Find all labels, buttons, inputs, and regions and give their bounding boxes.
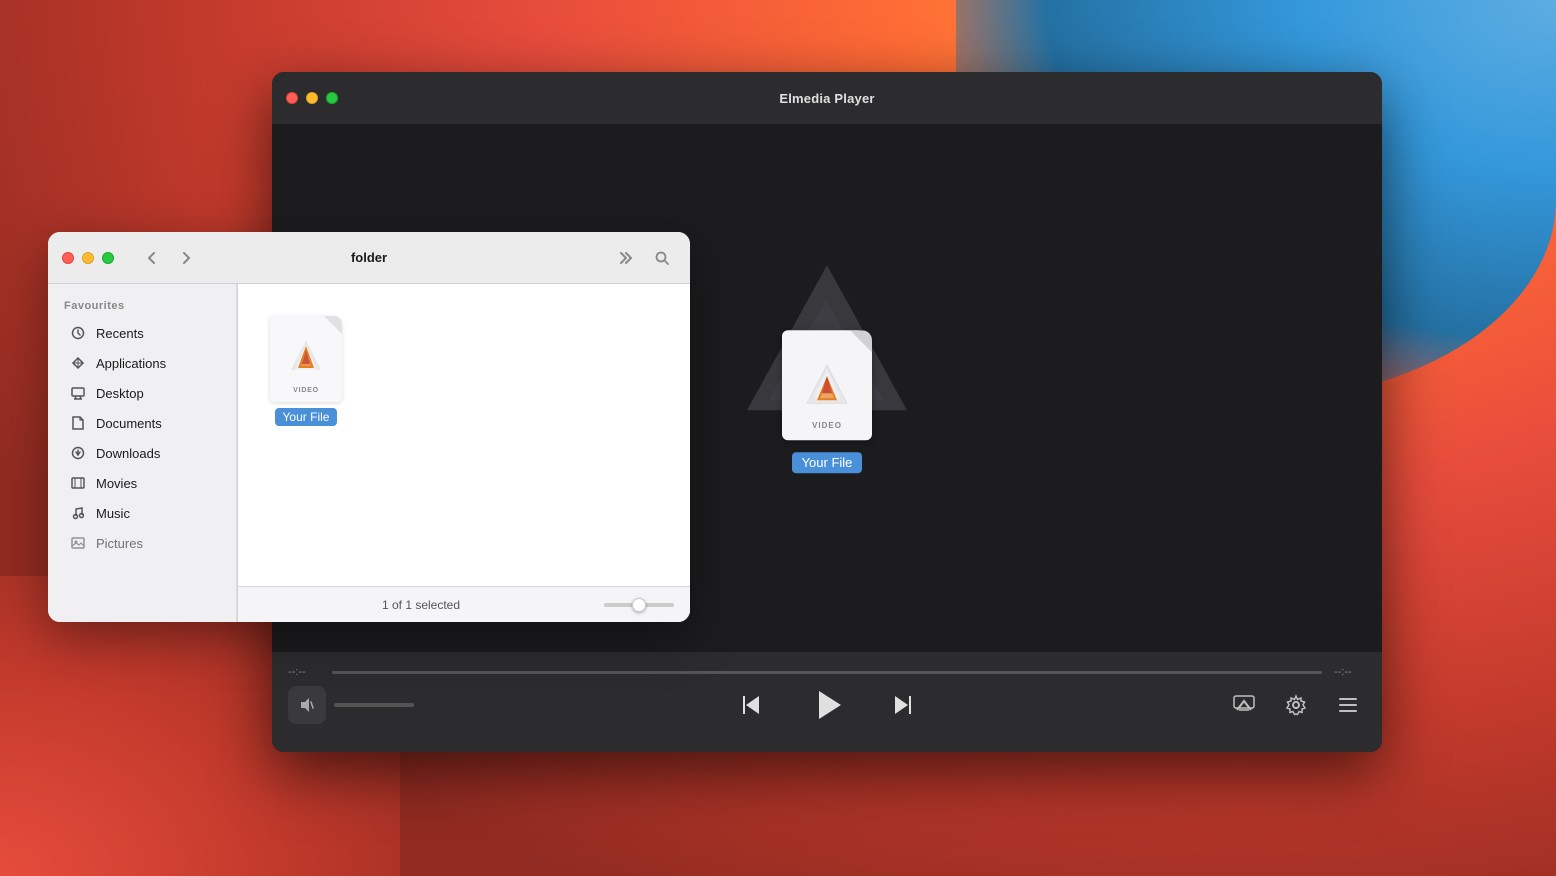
sidebar-label-documents: Documents: [96, 416, 162, 431]
playback-controls: [729, 679, 925, 731]
next-icon: [889, 691, 917, 719]
finder-titlebar: folder: [48, 232, 690, 284]
finder-minimize-button[interactable]: [82, 252, 94, 264]
file-fold: [324, 316, 342, 334]
music-icon: [70, 505, 86, 521]
finder-sidebar: Favourites Recents Applications Desktop: [48, 284, 238, 622]
finder-content: VIDEO Your File: [238, 284, 690, 586]
player-file-name: Your File: [792, 452, 863, 473]
chevron-left-icon: [145, 251, 159, 265]
finder-search-button[interactable]: [648, 244, 676, 272]
player-close-button[interactable]: [286, 92, 298, 104]
next-button[interactable]: [881, 683, 925, 727]
desktop-icon: [70, 385, 86, 401]
film-icon: [70, 475, 86, 491]
right-controls: [1226, 687, 1366, 723]
airplay-button[interactable]: [1226, 687, 1262, 723]
finder-view-button[interactable]: [612, 244, 640, 272]
playlist-button[interactable]: [1330, 687, 1366, 723]
sidebar-item-pictures[interactable]: Pictures: [54, 528, 231, 558]
sidebar-section-favourites: Favourites: [48, 300, 237, 318]
prev-icon: [737, 691, 765, 719]
elmedia-logo-large: [802, 358, 852, 408]
finder-window: folder Favourites: [48, 232, 690, 622]
finder-traffic-lights: [62, 252, 114, 264]
icon-slider-track[interactable]: [604, 603, 674, 607]
icon-slider-thumb[interactable]: [632, 598, 646, 612]
player-traffic-lights: [286, 92, 338, 104]
volume-icon: [298, 696, 316, 714]
sidebar-item-desktop[interactable]: Desktop: [54, 378, 231, 408]
finder-right-buttons: [612, 244, 676, 272]
sidebar-item-applications[interactable]: Applications: [54, 348, 231, 378]
play-icon: [809, 687, 845, 723]
progress-bar[interactable]: [332, 671, 1322, 674]
list-icon: [1337, 694, 1359, 716]
player-controls: --:-- --:--: [272, 652, 1382, 752]
big-icon-container: VIDEO: [727, 260, 927, 440]
finder-maximize-button[interactable]: [102, 252, 114, 264]
sidebar-label-desktop: Desktop: [96, 386, 144, 401]
chevron-right-icon: [179, 251, 193, 265]
download-icon: [70, 445, 86, 461]
settings-button[interactable]: [1278, 687, 1314, 723]
file-type-label: VIDEO: [293, 387, 319, 394]
sidebar-label-pictures: Pictures: [96, 536, 143, 551]
finder-close-button[interactable]: [62, 252, 74, 264]
grid-icon: [70, 355, 86, 371]
finder-status-text: 1 of 1 selected: [254, 598, 588, 612]
finder-back-button[interactable]: [138, 244, 166, 272]
airplay-icon: [1232, 693, 1256, 717]
finder-title: folder: [351, 250, 387, 265]
gear-icon: [1285, 694, 1307, 716]
document-icon: [70, 415, 86, 431]
player-file-icon-doc: VIDEO: [782, 330, 872, 440]
elmedia-logo-small: [287, 336, 325, 374]
sidebar-label-applications: Applications: [96, 356, 166, 371]
player-title: Elmedia Player: [779, 91, 874, 106]
search-icon: [654, 250, 670, 266]
sidebar-item-documents[interactable]: Documents: [54, 408, 231, 438]
player-file-type-label: VIDEO: [812, 421, 842, 430]
file-icon-yourfile: VIDEO: [270, 316, 342, 402]
clock-icon: [70, 325, 86, 341]
finder-nav-buttons: [138, 244, 200, 272]
finder-body: Favourites Recents Applications Desktop: [48, 284, 690, 622]
chevron-double-right-icon: [618, 251, 634, 265]
volume-slider[interactable]: [334, 703, 414, 707]
sidebar-item-music[interactable]: Music: [54, 498, 231, 528]
sidebar-item-movies[interactable]: Movies: [54, 468, 231, 498]
sidebar-label-recents: Recents: [96, 326, 144, 341]
player-titlebar: Elmedia Player: [272, 72, 1382, 124]
sidebar-item-downloads[interactable]: Downloads: [54, 438, 231, 468]
controls-row: [288, 686, 1366, 736]
file-name-label: Your File: [275, 408, 338, 426]
finder-statusbar: 1 of 1 selected: [238, 586, 690, 622]
sidebar-item-recents[interactable]: Recents: [54, 318, 231, 348]
volume-button[interactable]: [288, 686, 326, 724]
player-file-display: VIDEO Your File: [727, 260, 927, 473]
file-item-yourfile[interactable]: VIDEO Your File: [262, 308, 350, 434]
finder-main: VIDEO Your File 1 of 1 selected: [238, 284, 690, 622]
play-button[interactable]: [801, 679, 853, 731]
sidebar-label-movies: Movies: [96, 476, 137, 491]
player-maximize-button[interactable]: [326, 92, 338, 104]
prev-button[interactable]: [729, 683, 773, 727]
icon-size-slider[interactable]: [604, 603, 674, 607]
finder-forward-button[interactable]: [172, 244, 200, 272]
photo-icon: [70, 535, 86, 551]
sidebar-label-downloads: Downloads: [96, 446, 160, 461]
time-end: --:--: [1334, 666, 1366, 678]
player-minimize-button[interactable]: [306, 92, 318, 104]
time-start: --:--: [288, 666, 320, 678]
sidebar-label-music: Music: [96, 506, 130, 521]
